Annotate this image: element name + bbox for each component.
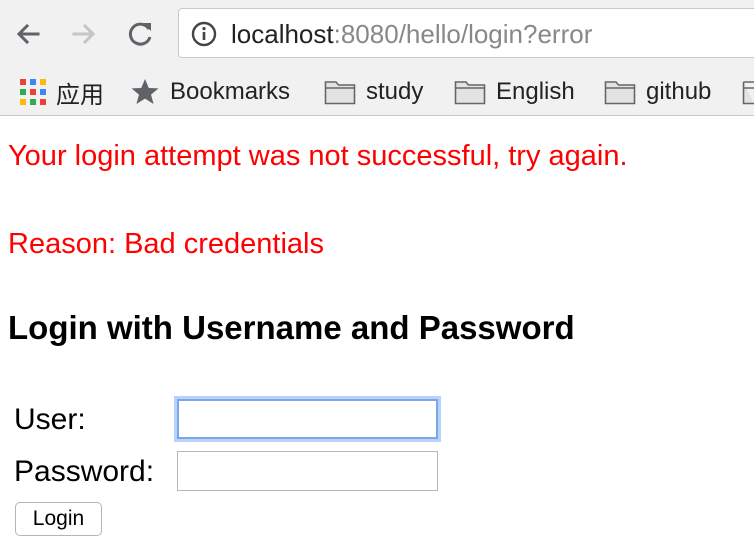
bookmark-folder-study[interactable]: study	[324, 74, 423, 110]
bookmark-label: Bookmarks	[170, 78, 291, 105]
bookmark-label: English	[496, 78, 575, 105]
reload-button[interactable]	[120, 14, 160, 54]
forward-arrow-icon	[72, 23, 96, 45]
error-reason: Reason: Bad credentials	[8, 228, 324, 260]
password-label: Password:	[14, 455, 155, 488]
browser-toolbar: localhost:8080/hello/login?error	[0, 0, 754, 68]
user-label: User:	[14, 403, 86, 436]
bookmark-label: 应用	[56, 81, 104, 109]
address-bar[interactable]: localhost:8080/hello/login?error	[178, 8, 754, 58]
back-arrow-icon	[16, 23, 40, 45]
bookmark-folder-github[interactable]: github	[604, 74, 711, 110]
login-button[interactable]: Login	[15, 502, 102, 536]
url-path: :8080/hello/login?error	[333, 19, 593, 49]
bookmark-folder-english[interactable]: English	[454, 74, 575, 110]
folder-icon	[454, 81, 486, 105]
back-button[interactable]	[8, 14, 48, 54]
apps-grid-icon	[20, 79, 46, 105]
url-host: localhost	[231, 19, 334, 49]
bookmark-label: github	[646, 78, 712, 105]
bookmark-folder-overflow[interactable]	[742, 74, 754, 110]
folder-icon	[324, 81, 356, 105]
reload-icon	[128, 22, 152, 46]
username-input[interactable]	[177, 399, 438, 439]
star-icon	[131, 79, 159, 104]
bookmarks-bar: 应用 Bookmarks study English github	[0, 68, 754, 116]
bookmark-bookmarks[interactable]: Bookmarks	[130, 74, 290, 110]
page-title: Login with Username and Password	[8, 309, 575, 346]
folder-icon	[742, 81, 754, 105]
folder-icon	[604, 81, 636, 105]
info-icon[interactable]	[191, 21, 217, 47]
password-input[interactable]	[177, 451, 438, 491]
error-message: Your login attempt was not successful, t…	[8, 140, 628, 172]
bookmark-label: study	[366, 78, 424, 105]
forward-button[interactable]	[64, 14, 104, 54]
bookmark-apps[interactable]: 应用	[20, 74, 104, 110]
url-text: localhost:8080/hello/login?error	[231, 18, 592, 50]
